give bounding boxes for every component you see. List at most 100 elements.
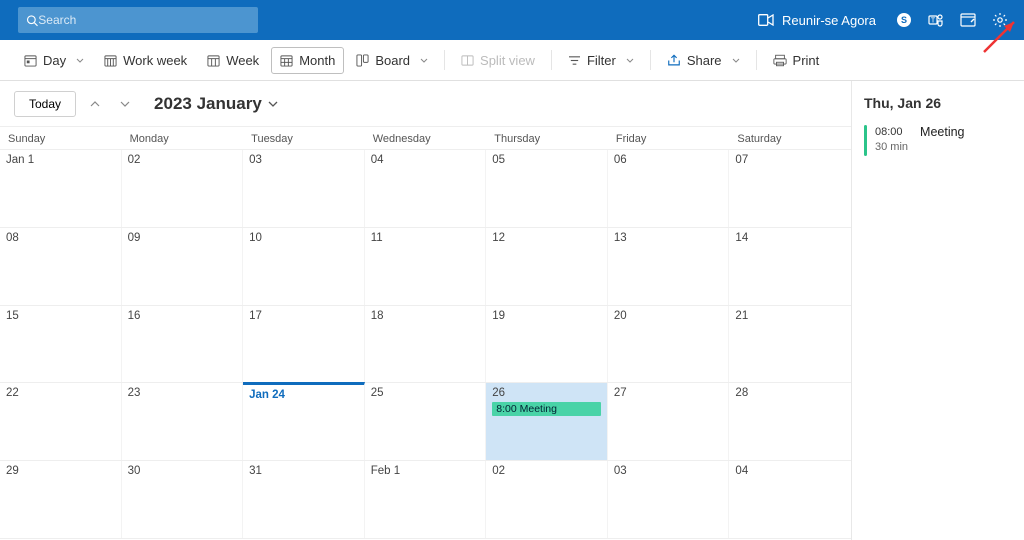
day-cell[interactable]: 18 (365, 306, 487, 383)
day-number: 13 (614, 232, 723, 244)
day-number: 02 (492, 465, 601, 477)
calendar-event[interactable]: 8:00 Meeting (492, 402, 601, 416)
day-number: 09 (128, 232, 237, 244)
day-cell[interactable]: 17 (243, 306, 365, 383)
share-button[interactable]: Share (659, 48, 748, 73)
search-box[interactable] (18, 7, 258, 33)
day-cell[interactable]: 04 (365, 150, 487, 227)
dow-label: Thursday (486, 127, 608, 149)
calendar-grid: SundayMondayTuesdayWednesdayThursdayFrid… (0, 127, 851, 540)
coming-soon-button[interactable] (952, 0, 984, 40)
day-cell[interactable]: 27 (608, 383, 730, 460)
view-month-button[interactable]: Month (271, 47, 344, 74)
view-board-button[interactable]: Board (348, 48, 436, 73)
day-cell[interactable]: 09 (122, 228, 244, 305)
agenda-event[interactable]: 08:00 30 min Meeting (864, 125, 1012, 156)
day-number: 04 (735, 465, 845, 477)
day-number: 07 (735, 154, 845, 166)
day-cell[interactable]: 02 (486, 461, 608, 538)
event-color-bar (864, 125, 867, 156)
day-cell[interactable]: 06 (608, 150, 730, 227)
calendar-workweek-icon (104, 54, 117, 67)
day-cell[interactable]: 30 (122, 461, 244, 538)
chevron-down-icon (76, 58, 84, 63)
day-cell[interactable]: Feb 1 (365, 461, 487, 538)
chevron-down-icon (420, 58, 428, 63)
view-day-label: Day (43, 53, 66, 68)
day-cell[interactable]: 29 (0, 461, 122, 538)
svg-text:S: S (901, 15, 907, 25)
day-number: 20 (614, 310, 723, 322)
week-row: 2223Jan 2425 26 8:00 Meeting 27 28 (0, 383, 851, 461)
chevron-down-icon (120, 101, 130, 107)
day-cell[interactable]: 20 (608, 306, 730, 383)
meet-now-button[interactable]: Reunir-se Agora (746, 0, 888, 40)
day-cell[interactable]: 03 (608, 461, 730, 538)
search-input[interactable] (38, 13, 250, 27)
day-cell[interactable]: 14 (729, 228, 851, 305)
view-workweek-label: Work week (123, 53, 187, 68)
split-view-label: Split view (480, 53, 535, 68)
day-number: 26 (492, 387, 601, 399)
day-cell[interactable]: 21 (729, 306, 851, 383)
dow-label: Wednesday (365, 127, 487, 149)
day-cell[interactable]: 28 (729, 383, 851, 460)
settings-button[interactable] (984, 0, 1016, 40)
window-icon (960, 13, 976, 27)
prev-period-button[interactable] (84, 93, 106, 115)
day-cell[interactable]: 22 (0, 383, 122, 460)
month-picker[interactable]: 2023 January (154, 94, 278, 114)
day-number: 16 (128, 310, 237, 322)
event-times: 08:00 30 min (875, 125, 908, 156)
day-number: 06 (614, 154, 723, 166)
day-cell[interactable]: 02 (122, 150, 244, 227)
month-title-label: 2023 January (154, 94, 262, 114)
day-cell[interactable]: 11 (365, 228, 487, 305)
day-cell[interactable]: 15 (0, 306, 122, 383)
day-cell[interactable]: 04 (729, 461, 851, 538)
calendar-day-icon (24, 54, 37, 67)
chevron-down-icon (268, 101, 278, 107)
day-cell[interactable]: 07 (729, 150, 851, 227)
print-button[interactable]: Print (765, 48, 828, 73)
day-cell[interactable]: 19 (486, 306, 608, 383)
view-week-label: Week (226, 53, 259, 68)
day-number: 08 (6, 232, 115, 244)
skype-button[interactable]: S (888, 0, 920, 40)
day-number: 21 (735, 310, 845, 322)
print-label: Print (793, 53, 820, 68)
day-number: Jan 1 (6, 154, 115, 166)
dow-label: Saturday (729, 127, 851, 149)
filter-label: Filter (587, 53, 616, 68)
day-cell[interactable]: 08 (0, 228, 122, 305)
day-number: 19 (492, 310, 601, 322)
today-button[interactable]: Today (14, 91, 76, 117)
chevron-up-icon (90, 101, 100, 107)
day-cell[interactable]: 03 (243, 150, 365, 227)
day-cell[interactable]: 05 (486, 150, 608, 227)
teams-button[interactable]: T (920, 0, 952, 40)
filter-button[interactable]: Filter (560, 48, 642, 73)
day-cell[interactable]: Jan 1 (0, 150, 122, 227)
day-cell[interactable]: 13 (608, 228, 730, 305)
day-cell[interactable]: 16 (122, 306, 244, 383)
day-cell[interactable]: 12 (486, 228, 608, 305)
day-cell[interactable]: 23 (122, 383, 244, 460)
day-cell[interactable]: Jan 24 (243, 382, 365, 460)
agenda-panel: Thu, Jan 26 08:00 30 min Meeting (852, 81, 1024, 540)
day-cell[interactable]: 25 (365, 383, 487, 460)
day-cell[interactable]: 10 (243, 228, 365, 305)
top-app-bar: Reunir-se Agora S T (0, 0, 1024, 40)
search-icon (26, 14, 38, 27)
view-week-button[interactable]: Week (199, 48, 267, 73)
dow-label: Friday (608, 127, 730, 149)
day-cell[interactable]: 26 8:00 Meeting (486, 383, 608, 460)
svg-text:T: T (931, 18, 936, 25)
next-period-button[interactable] (114, 93, 136, 115)
view-day-button[interactable]: Day (16, 48, 92, 73)
day-number: 27 (614, 387, 723, 399)
board-icon (356, 54, 369, 67)
week-row: 15 16 1718 19 20 21 (0, 306, 851, 384)
view-workweek-button[interactable]: Work week (96, 48, 195, 73)
day-cell[interactable]: 31 (243, 461, 365, 538)
